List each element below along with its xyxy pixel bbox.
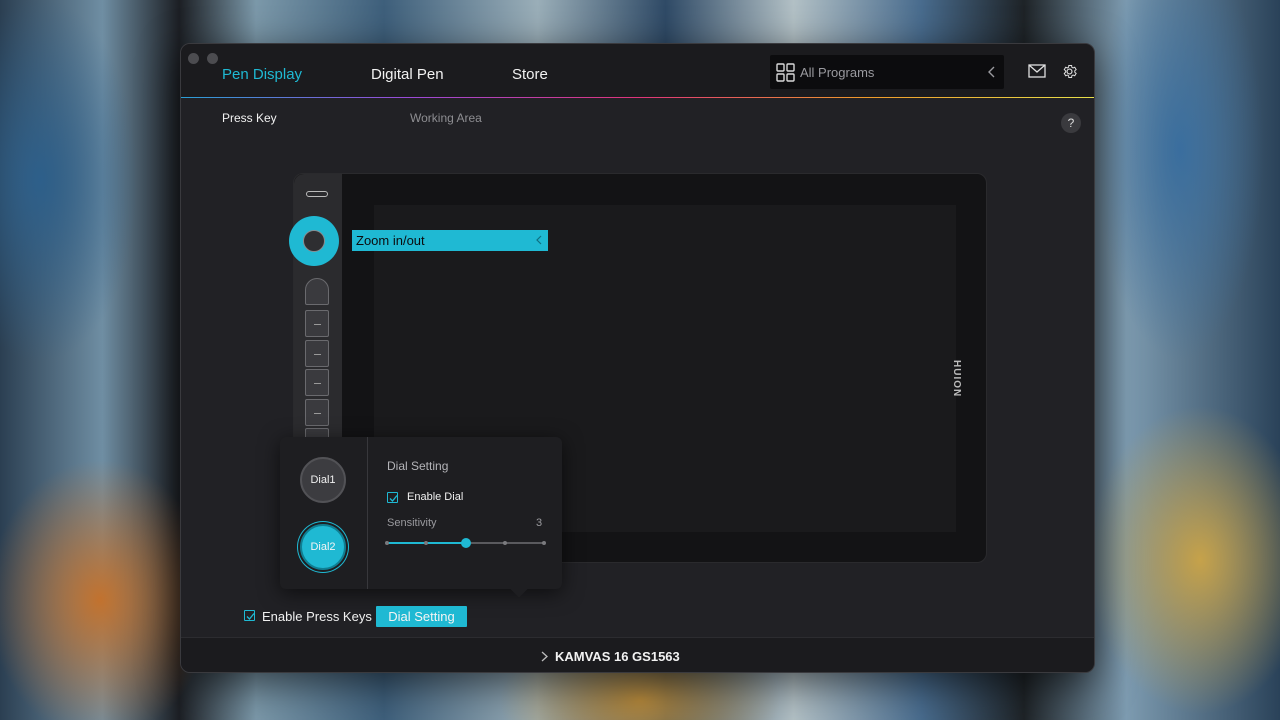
sensitivity-label: Sensitivity bbox=[387, 517, 437, 529]
grid-icon bbox=[776, 63, 795, 82]
slider-tick bbox=[542, 541, 546, 545]
dial-action-label: Zoom in/out bbox=[356, 233, 425, 248]
sensitivity-slider[interactable] bbox=[385, 535, 546, 551]
dial-control[interactable] bbox=[289, 216, 339, 266]
check-icon bbox=[389, 495, 398, 502]
press-key-4[interactable] bbox=[305, 369, 329, 396]
enable-dial-checkbox[interactable] bbox=[387, 492, 398, 503]
device-name: KAMVAS 16 GS1563 bbox=[555, 649, 680, 664]
press-key-3[interactable] bbox=[305, 340, 329, 367]
enable-press-keys-checkbox[interactable] bbox=[244, 610, 255, 621]
slider-tick bbox=[502, 541, 507, 545]
chevron-left-icon[interactable] bbox=[986, 65, 998, 79]
dial-action-dropdown[interactable]: Zoom in/out bbox=[352, 230, 548, 251]
chevron-left-icon bbox=[536, 235, 542, 245]
slider-thumb[interactable] bbox=[460, 538, 471, 548]
press-key-1[interactable] bbox=[305, 278, 329, 305]
enable-dial-label: Enable Dial bbox=[407, 491, 464, 503]
slider-tick bbox=[385, 541, 389, 545]
dial-setting-popover: Dial1 Dial2 Dial Setting Enable Dial Sen… bbox=[280, 437, 562, 598]
program-selector[interactable]: All Programs bbox=[770, 55, 1004, 89]
dial-setting-button[interactable]: Dial Setting bbox=[376, 606, 467, 627]
press-key-2[interactable] bbox=[305, 310, 329, 337]
check-icon bbox=[246, 613, 255, 620]
subtab-press-key[interactable]: Press Key bbox=[222, 111, 277, 125]
press-key-5[interactable] bbox=[305, 399, 329, 426]
popover-divider bbox=[367, 437, 368, 589]
header-divider bbox=[181, 97, 1094, 98]
header-bar: Pen Display Digital Pen Store All Progra… bbox=[181, 44, 1094, 97]
brand-logo: HUION bbox=[951, 360, 962, 398]
help-button[interactable]: ? bbox=[1061, 113, 1081, 133]
dial2-button[interactable]: Dial2 bbox=[300, 524, 346, 570]
app-window: Pen Display Digital Pen Store All Progra… bbox=[180, 43, 1095, 673]
window-minimize-button[interactable] bbox=[207, 53, 218, 64]
tab-store[interactable]: Store bbox=[512, 66, 548, 83]
subtab-working-area[interactable]: Working Area bbox=[410, 111, 482, 125]
dial-setting-title: Dial Setting bbox=[387, 459, 449, 473]
chevron-right-icon bbox=[541, 651, 548, 662]
tab-pen-display[interactable]: Pen Display bbox=[222, 66, 302, 83]
program-selector-label: All Programs bbox=[800, 65, 875, 80]
mail-icon[interactable] bbox=[1028, 64, 1046, 78]
device-footer[interactable]: KAMVAS 16 GS1563 bbox=[181, 637, 1094, 672]
popover-arrow bbox=[510, 580, 528, 598]
dial1-button[interactable]: Dial1 bbox=[300, 457, 346, 503]
enable-press-keys-label: Enable Press Keys bbox=[262, 609, 372, 624]
status-indicator bbox=[306, 191, 328, 197]
sensitivity-value: 3 bbox=[536, 517, 543, 529]
dial-knob bbox=[303, 230, 325, 252]
gear-icon[interactable] bbox=[1061, 63, 1078, 80]
slider-tick bbox=[424, 541, 429, 545]
window-close-button[interactable] bbox=[188, 53, 199, 64]
tab-digital-pen[interactable]: Digital Pen bbox=[371, 66, 444, 83]
